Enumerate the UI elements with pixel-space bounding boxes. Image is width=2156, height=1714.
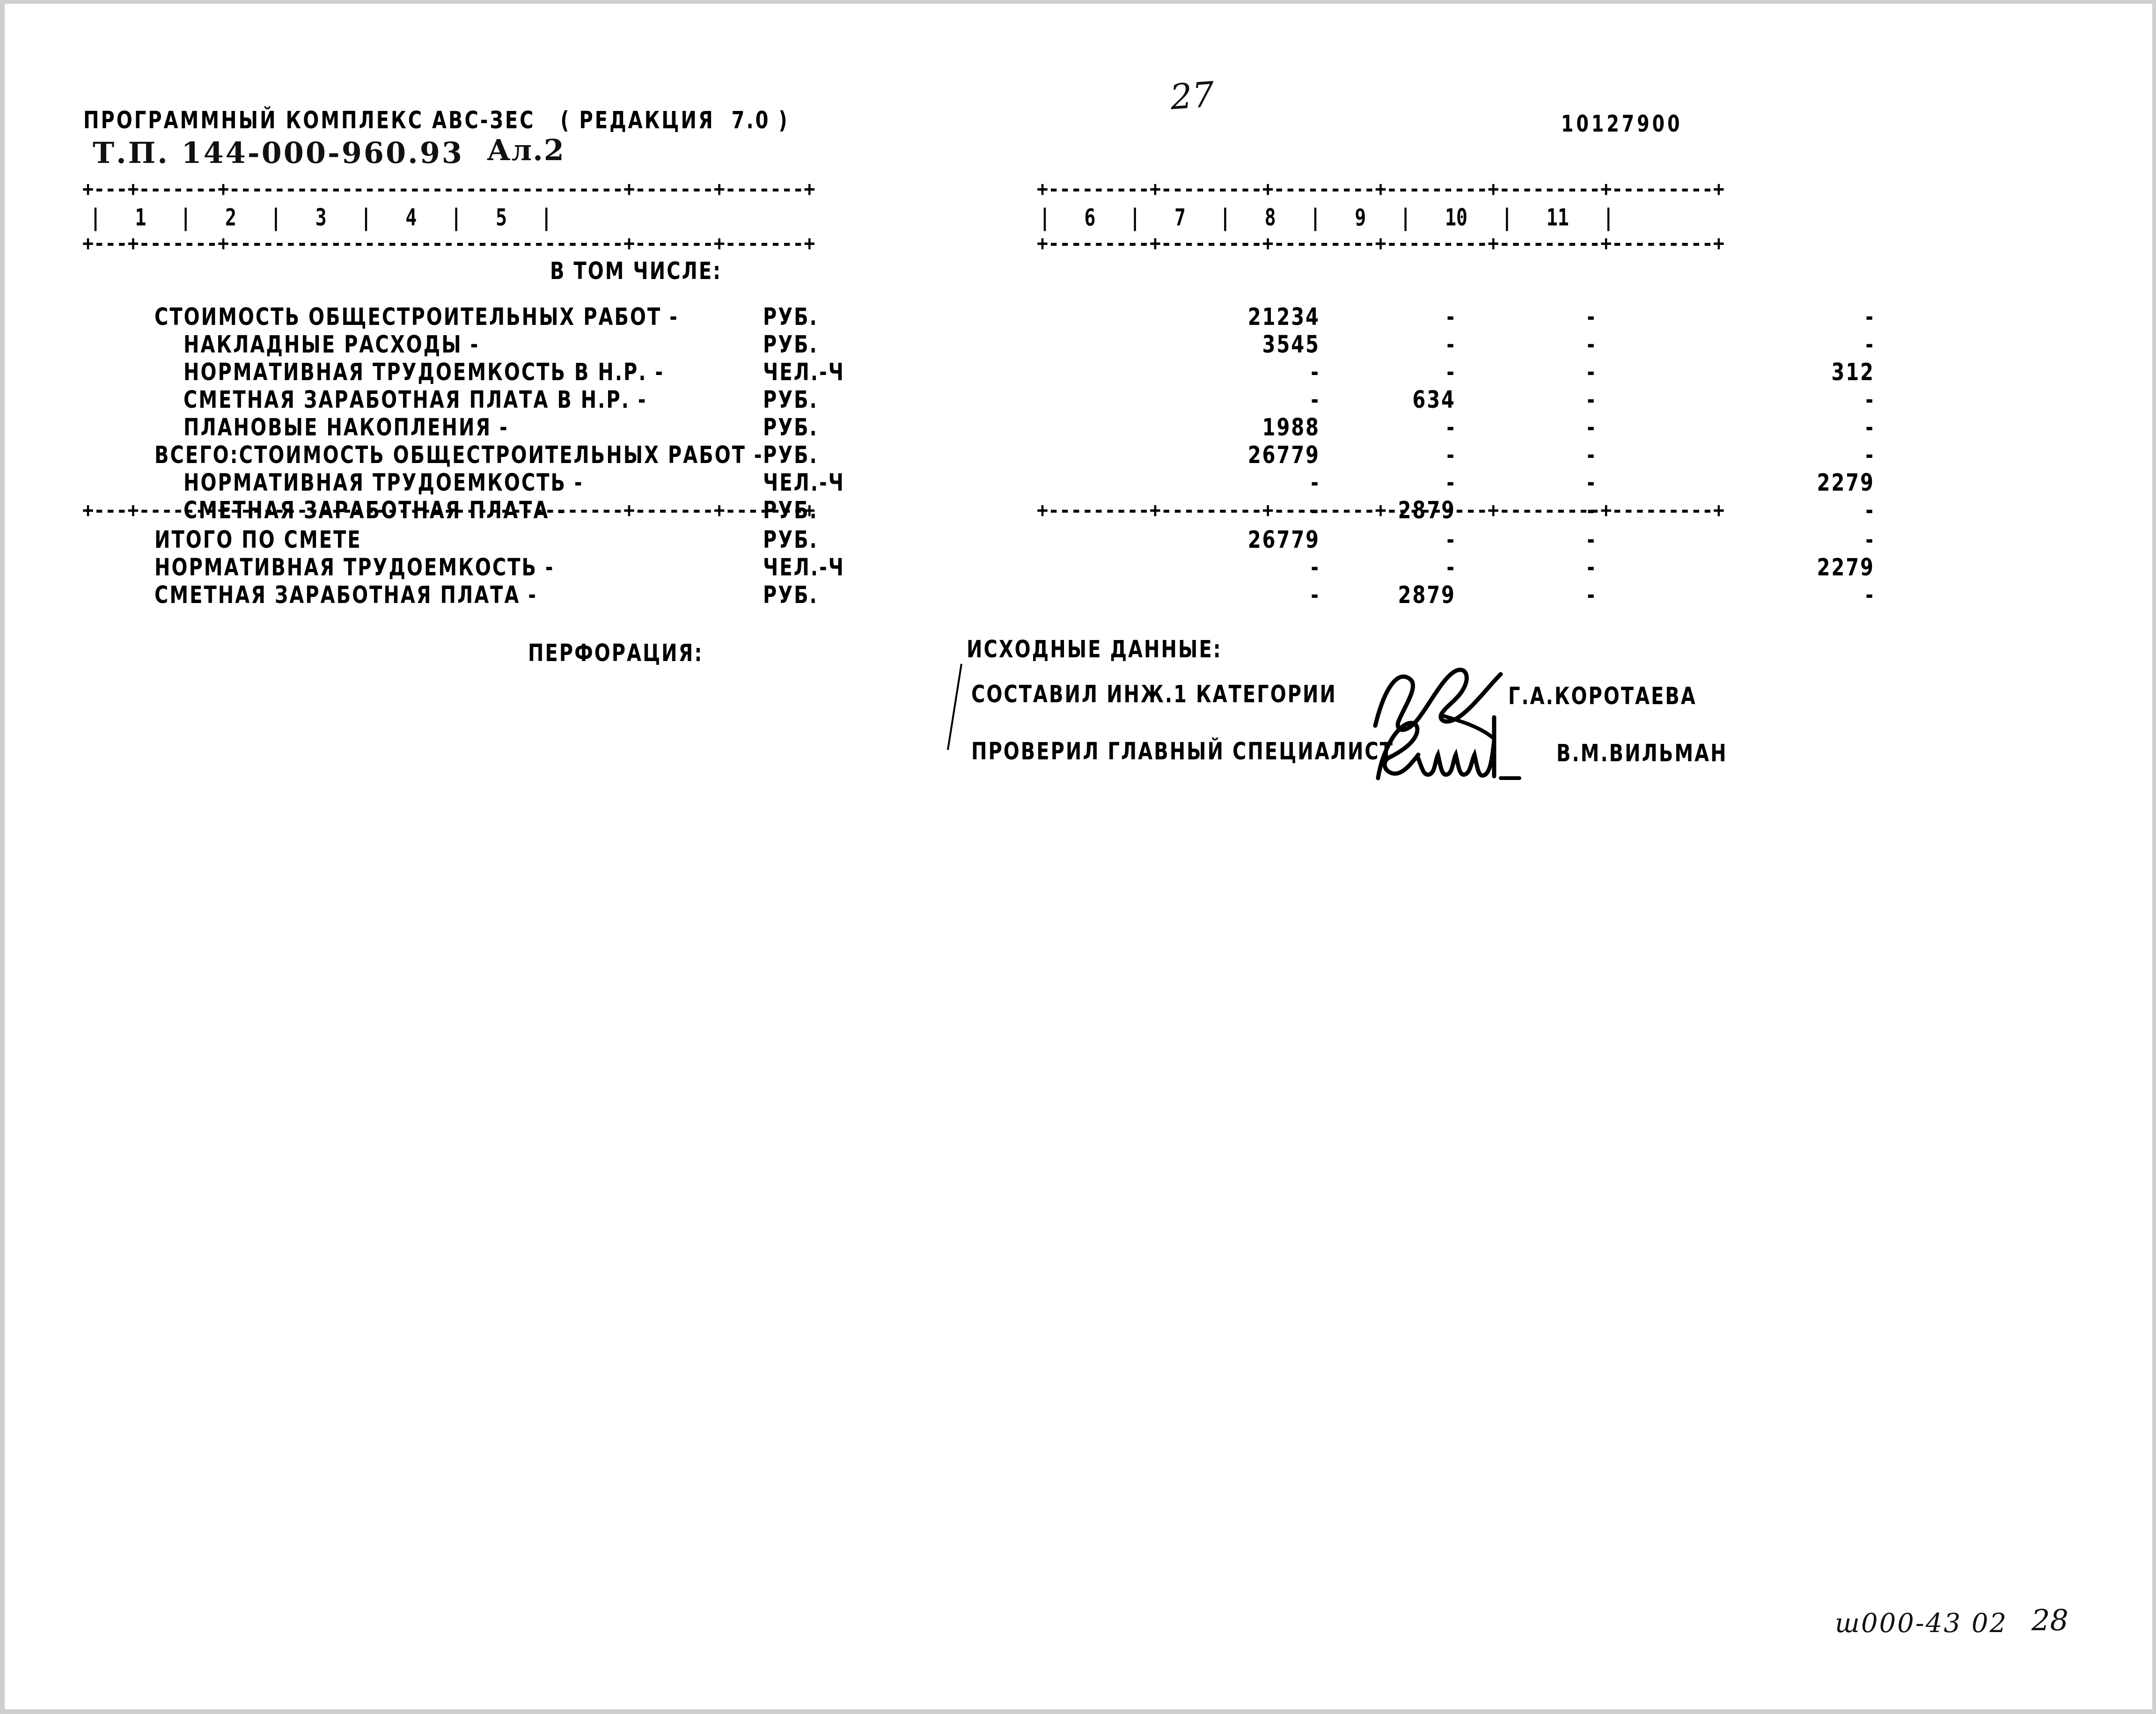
program-header: ПРОГРАММНЫЙ КОМПЛЕКС АВС-ЗЕС ( РЕДАКЦИЯ … (83, 107, 789, 135)
bottom-page-handwritten: 28 (2031, 1603, 2068, 1637)
object-code: Т.П. 144-000-960.93 (93, 136, 464, 170)
cell-col9: - (1587, 331, 1596, 359)
cell-col11: - (1865, 414, 1875, 442)
sheet-label: Ал.2 (487, 133, 565, 167)
cell-col9: - (1587, 581, 1596, 610)
row-label: СТОИМОСТЬ ОБЩЕСТРОИТЕЛЬНЫХ РАБОТ - (154, 303, 679, 331)
table-subheading: В ТОМ ЧИСЛЕ: (550, 257, 722, 286)
row-label: ПЛАНОВЫЕ НАКОПЛЕНИЯ - (183, 414, 509, 442)
cell-col11: - (1865, 386, 1875, 414)
cell-col11: 2279 (1817, 554, 1875, 582)
cell-col9: - (1587, 359, 1596, 387)
bottom-note-handwritten: ш000-43 02 (1835, 1608, 2008, 1639)
row-label: НАКЛАДНЫЕ РАСХОДЫ - (183, 331, 480, 359)
compiled-by-role: СОСТАВИЛ ИНЖ.1 КАТЕГОРИИ (971, 681, 1337, 709)
cell-col9: - (1587, 554, 1596, 582)
cell-col11: - (1865, 581, 1875, 610)
row-label: НОРМАТИВНАЯ ТРУДОЕМКОСТЬ - (154, 554, 555, 582)
row-unit: РУБ. (763, 386, 818, 414)
row-label: НОРМАТИВНАЯ ТРУДОЕМКОСТЬ В Н.Р. - (183, 359, 665, 387)
row-unit: РУБ. (763, 331, 818, 359)
table-separator-bottom-right: +---------+---------+---------+---------… (1037, 231, 1725, 256)
cell-col11: 312 (1831, 359, 1875, 387)
row-unit: РУБ. (763, 303, 818, 331)
table-separator-top-right: +---------+---------+---------+---------… (1037, 177, 1725, 201)
cell-col9: - (1587, 414, 1596, 442)
row-label: СМЕТНАЯ ЗАРАБОТНАЯ ПЛАТА - (154, 581, 537, 610)
scanned-document-page: 27 ПРОГРАММНЫЙ КОМПЛЕКС АВС-ЗЕС ( РЕДАКЦ… (0, 0, 2156, 1714)
row-unit: ЧЕЛ.-Ч (763, 359, 845, 387)
source-data-label: ИСХОДНЫЕ ДАННЫЕ: (967, 636, 1222, 664)
column-numbers-left: | 1 | 2 | 3 | 4 | 5 | (90, 204, 552, 231)
cell-col11: 2279 (1817, 469, 1875, 497)
checked-by-name: В.М.ВИЛЬМАН (1556, 740, 1728, 768)
row-label: ИТОГО ПО СМЕТЕ (154, 526, 362, 554)
cell-col9: - (1587, 441, 1596, 470)
row-unit: РУБ. (763, 526, 818, 554)
cell-col9: - (1587, 469, 1596, 497)
scan-edge (2152, 0, 2156, 1714)
row-unit: РУБ. (763, 414, 818, 442)
table-separator-top-left: +---+-------+---------------------------… (82, 177, 815, 201)
cell-col9: - (1587, 386, 1596, 414)
cell-col11: - (1865, 303, 1875, 331)
row-unit: РУБ. (763, 581, 818, 610)
perforation-label: ПЕРФОРАЦИЯ: (528, 640, 704, 668)
cell-col11: - (1865, 526, 1875, 554)
row-unit: ЧЕЛ.-Ч (763, 469, 845, 497)
cell-col9: - (1587, 526, 1596, 554)
row-label: СМЕТНАЯ ЗАРАБОТНАЯ ПЛАТА В Н.Р. - (183, 386, 647, 414)
row-unit: РУБ. (763, 441, 818, 470)
table-separator-bottom-left: +---+-------+---------------------------… (82, 231, 815, 256)
scan-edge (0, 0, 5, 1714)
document-number: 10127900 (1561, 110, 1683, 137)
scan-edge (0, 1709, 2156, 1714)
signature-checked-by (1376, 715, 1521, 780)
checked-by-role: ПРОВЕРИЛ ГЛАВНЫЙ СПЕЦИАЛИСТ (971, 738, 1394, 766)
cell-col11: - (1865, 441, 1875, 470)
cell-col9: - (1587, 303, 1596, 331)
handwritten-slash (946, 663, 962, 750)
scan-edge (0, 0, 2156, 4)
row-unit: ЧЕЛ.-Ч (763, 554, 845, 582)
row-label: ВСЕГО:СТОИМОСТЬ ОБЩЕСТРОИТЕЛЬНЫХ РАБОТ - (154, 441, 763, 470)
row-label: НОРМАТИВНАЯ ТРУДОЕМКОСТЬ - (183, 469, 584, 497)
table-separator-totals-left: +---+-------+---------------------------… (82, 498, 815, 522)
compiled-by-name: Г.А.КОРОТАЕВА (1508, 683, 1697, 711)
cell-col11: - (1865, 331, 1875, 359)
page-number-handwritten: 27 (1169, 74, 1216, 118)
column-numbers-right: | 6 | 7 | 8 | 9 | 10 | 11 | (1039, 204, 1614, 231)
table-separator-totals-right: +---------+---------+---------+---------… (1037, 498, 1725, 522)
